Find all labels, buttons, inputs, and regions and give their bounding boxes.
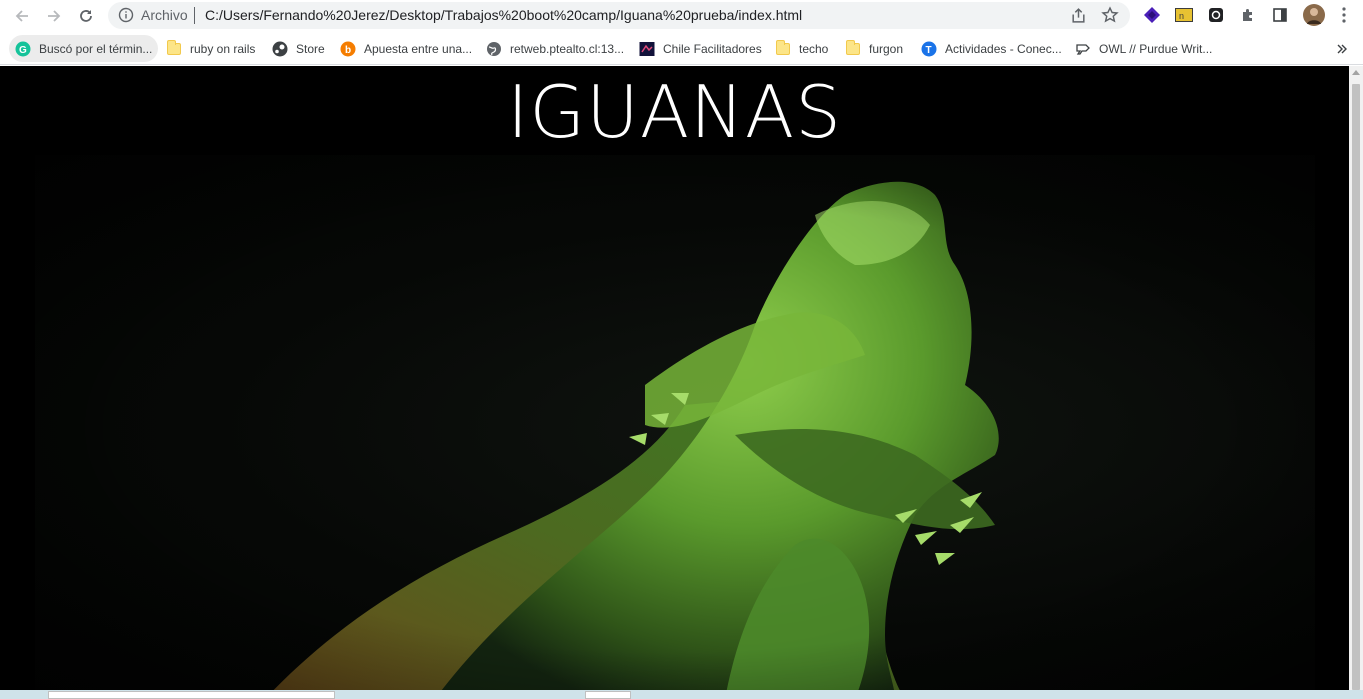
bookmark-folder[interactable]: techo <box>775 35 828 62</box>
extension-record-icon[interactable] <box>1206 5 1226 25</box>
bookmark-item[interactable]: b Apuesta entre una... <box>340 35 472 62</box>
forward-arrow-icon <box>48 10 61 22</box>
bookmark-label: OWL // Purdue Writ... <box>1099 41 1213 56</box>
t-icon: T <box>921 41 937 57</box>
site-icon <box>639 41 655 57</box>
web-page: IGUANAS <box>0 66 1349 699</box>
extension-yellow-icon[interactable]: n <box>1174 5 1194 25</box>
blogger-icon: b <box>340 41 356 57</box>
folder-icon <box>775 39 791 57</box>
svg-text:n: n <box>1179 11 1184 21</box>
bookmark-item[interactable]: Store <box>272 35 325 62</box>
more-bookmarks-button[interactable] <box>1336 35 1348 62</box>
back-arrow-icon <box>15 10 28 22</box>
address-bar[interactable]: Archivo C:/Users/Fernando%20Jerez/Deskto… <box>108 2 1130 29</box>
bookmark-item[interactable]: retweb.ptealto.cl:13... <box>486 35 624 62</box>
bookmark-item[interactable]: Chile Facilitadores <box>639 35 762 62</box>
folder-icon <box>166 39 182 57</box>
share-icon[interactable] <box>1070 7 1087 24</box>
bookmark-label: ruby on rails <box>190 41 256 56</box>
forward-button[interactable] <box>42 4 66 28</box>
bookmarks-bar: G Buscó por el térmi​n... ruby on rails … <box>0 32 1363 65</box>
double-chevron-icon <box>1337 44 1347 53</box>
page-scrollbar[interactable] <box>1349 66 1363 699</box>
reload-icon <box>80 10 92 22</box>
os-taskbar <box>0 690 1363 699</box>
bookmark-item[interactable]: OWL // Purdue Writ... <box>1075 35 1212 62</box>
scroll-thumb[interactable] <box>1352 84 1360 690</box>
taskbar-item[interactable] <box>585 691 631 699</box>
bookmark-label: retweb.ptealto.cl:13... <box>510 41 625 56</box>
svg-text:b: b <box>345 45 351 56</box>
steam-icon <box>272 41 288 57</box>
page-title: IGUANAS <box>507 70 842 154</box>
bookmark-item[interactable]: T Actividades - Conec... <box>921 35 1062 62</box>
back-button[interactable] <box>10 4 34 28</box>
bookmark-folder[interactable]: furgon <box>845 35 903 62</box>
bookmark-label: Store <box>296 41 325 56</box>
menu-kebab-icon[interactable] <box>1334 5 1354 25</box>
security-label: Archivo <box>141 7 188 23</box>
bookmark-label: Buscó por el térmi​n... <box>39 41 153 56</box>
bookmark-label: Apuesta entre una... <box>364 41 473 56</box>
info-icon[interactable] <box>118 7 134 23</box>
scroll-up-arrow-icon[interactable] <box>1352 70 1360 75</box>
profile-avatar[interactable] <box>1302 3 1326 27</box>
lizard-illustration <box>35 155 1315 699</box>
url-text[interactable]: C:/Users/Fernando%20Jerez/Desktop/Trabaj… <box>205 7 802 23</box>
bookmark-folder[interactable]: ruby on rails <box>166 35 255 62</box>
extension-purple-icon[interactable] <box>1142 5 1162 25</box>
extensions-puzzle-icon[interactable] <box>1238 5 1258 25</box>
svg-text:G: G <box>19 45 27 56</box>
bookmark-item[interactable]: G Buscó por el térmi​n... <box>9 35 159 62</box>
folder-icon <box>845 39 861 57</box>
omnibox-divider <box>194 7 195 24</box>
bookmark-label: Actividades - Conec... <box>945 41 1062 56</box>
bookmark-label: Chile Facilitadores <box>663 41 762 56</box>
globe-icon <box>486 41 502 57</box>
taskbar-item[interactable] <box>48 691 335 699</box>
bookmark-label: furgon <box>869 41 904 56</box>
bookmark-star-icon[interactable] <box>1101 6 1119 24</box>
reload-button[interactable] <box>74 4 98 28</box>
side-panel-icon[interactable] <box>1270 5 1290 25</box>
bookmark-label: techo <box>799 41 829 56</box>
grammarly-icon: G <box>15 41 31 57</box>
browser-toolbar: Archivo C:/Users/Fernando%20Jerez/Deskto… <box>0 0 1363 32</box>
owl-icon <box>1075 41 1091 57</box>
svg-text:T: T <box>926 45 932 56</box>
hero-image <box>35 155 1315 699</box>
